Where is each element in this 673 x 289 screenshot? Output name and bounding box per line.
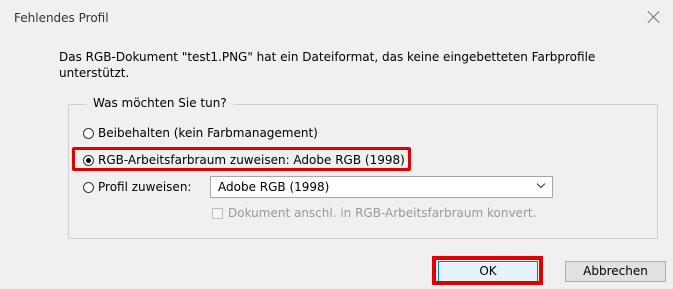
option-keep[interactable]: Beibehalten (kein Farbmanagement) bbox=[83, 124, 318, 142]
convert-checkbox-label: Dokument anschl. in RGB-Arbeitsfarbraum … bbox=[228, 206, 537, 220]
annotation-highlight-option bbox=[72, 147, 411, 171]
window-title: Fehlendes Profil bbox=[14, 11, 109, 25]
chevron-down-icon bbox=[537, 182, 545, 190]
option-keep-label: Beibehalten (kein Farbmanagement) bbox=[98, 126, 318, 140]
option-assign-profile[interactable]: Profil zuweisen: bbox=[83, 178, 191, 196]
title-bar: Fehlendes Profil bbox=[0, 0, 673, 34]
profile-select-value: Adobe RGB (1998) bbox=[218, 180, 330, 194]
option-assign-profile-label: Profil zuweisen: bbox=[98, 180, 192, 194]
group-legend: Was möchten Sie tun? bbox=[87, 96, 233, 110]
radio-icon[interactable] bbox=[83, 127, 94, 139]
cancel-button[interactable]: Abbrechen bbox=[565, 261, 666, 282]
dialog-message: Das RGB-Dokument "test1.PNG" hat ein Dat… bbox=[59, 50, 596, 80]
annotation-highlight-ok bbox=[432, 256, 543, 285]
convert-checkbox: Dokument anschl. in RGB-Arbeitsfarbraum … bbox=[212, 206, 536, 220]
radio-icon[interactable] bbox=[83, 181, 94, 193]
checkbox-icon bbox=[212, 207, 223, 219]
profile-select[interactable]: Adobe RGB (1998) bbox=[210, 176, 553, 198]
close-icon[interactable] bbox=[647, 10, 661, 24]
